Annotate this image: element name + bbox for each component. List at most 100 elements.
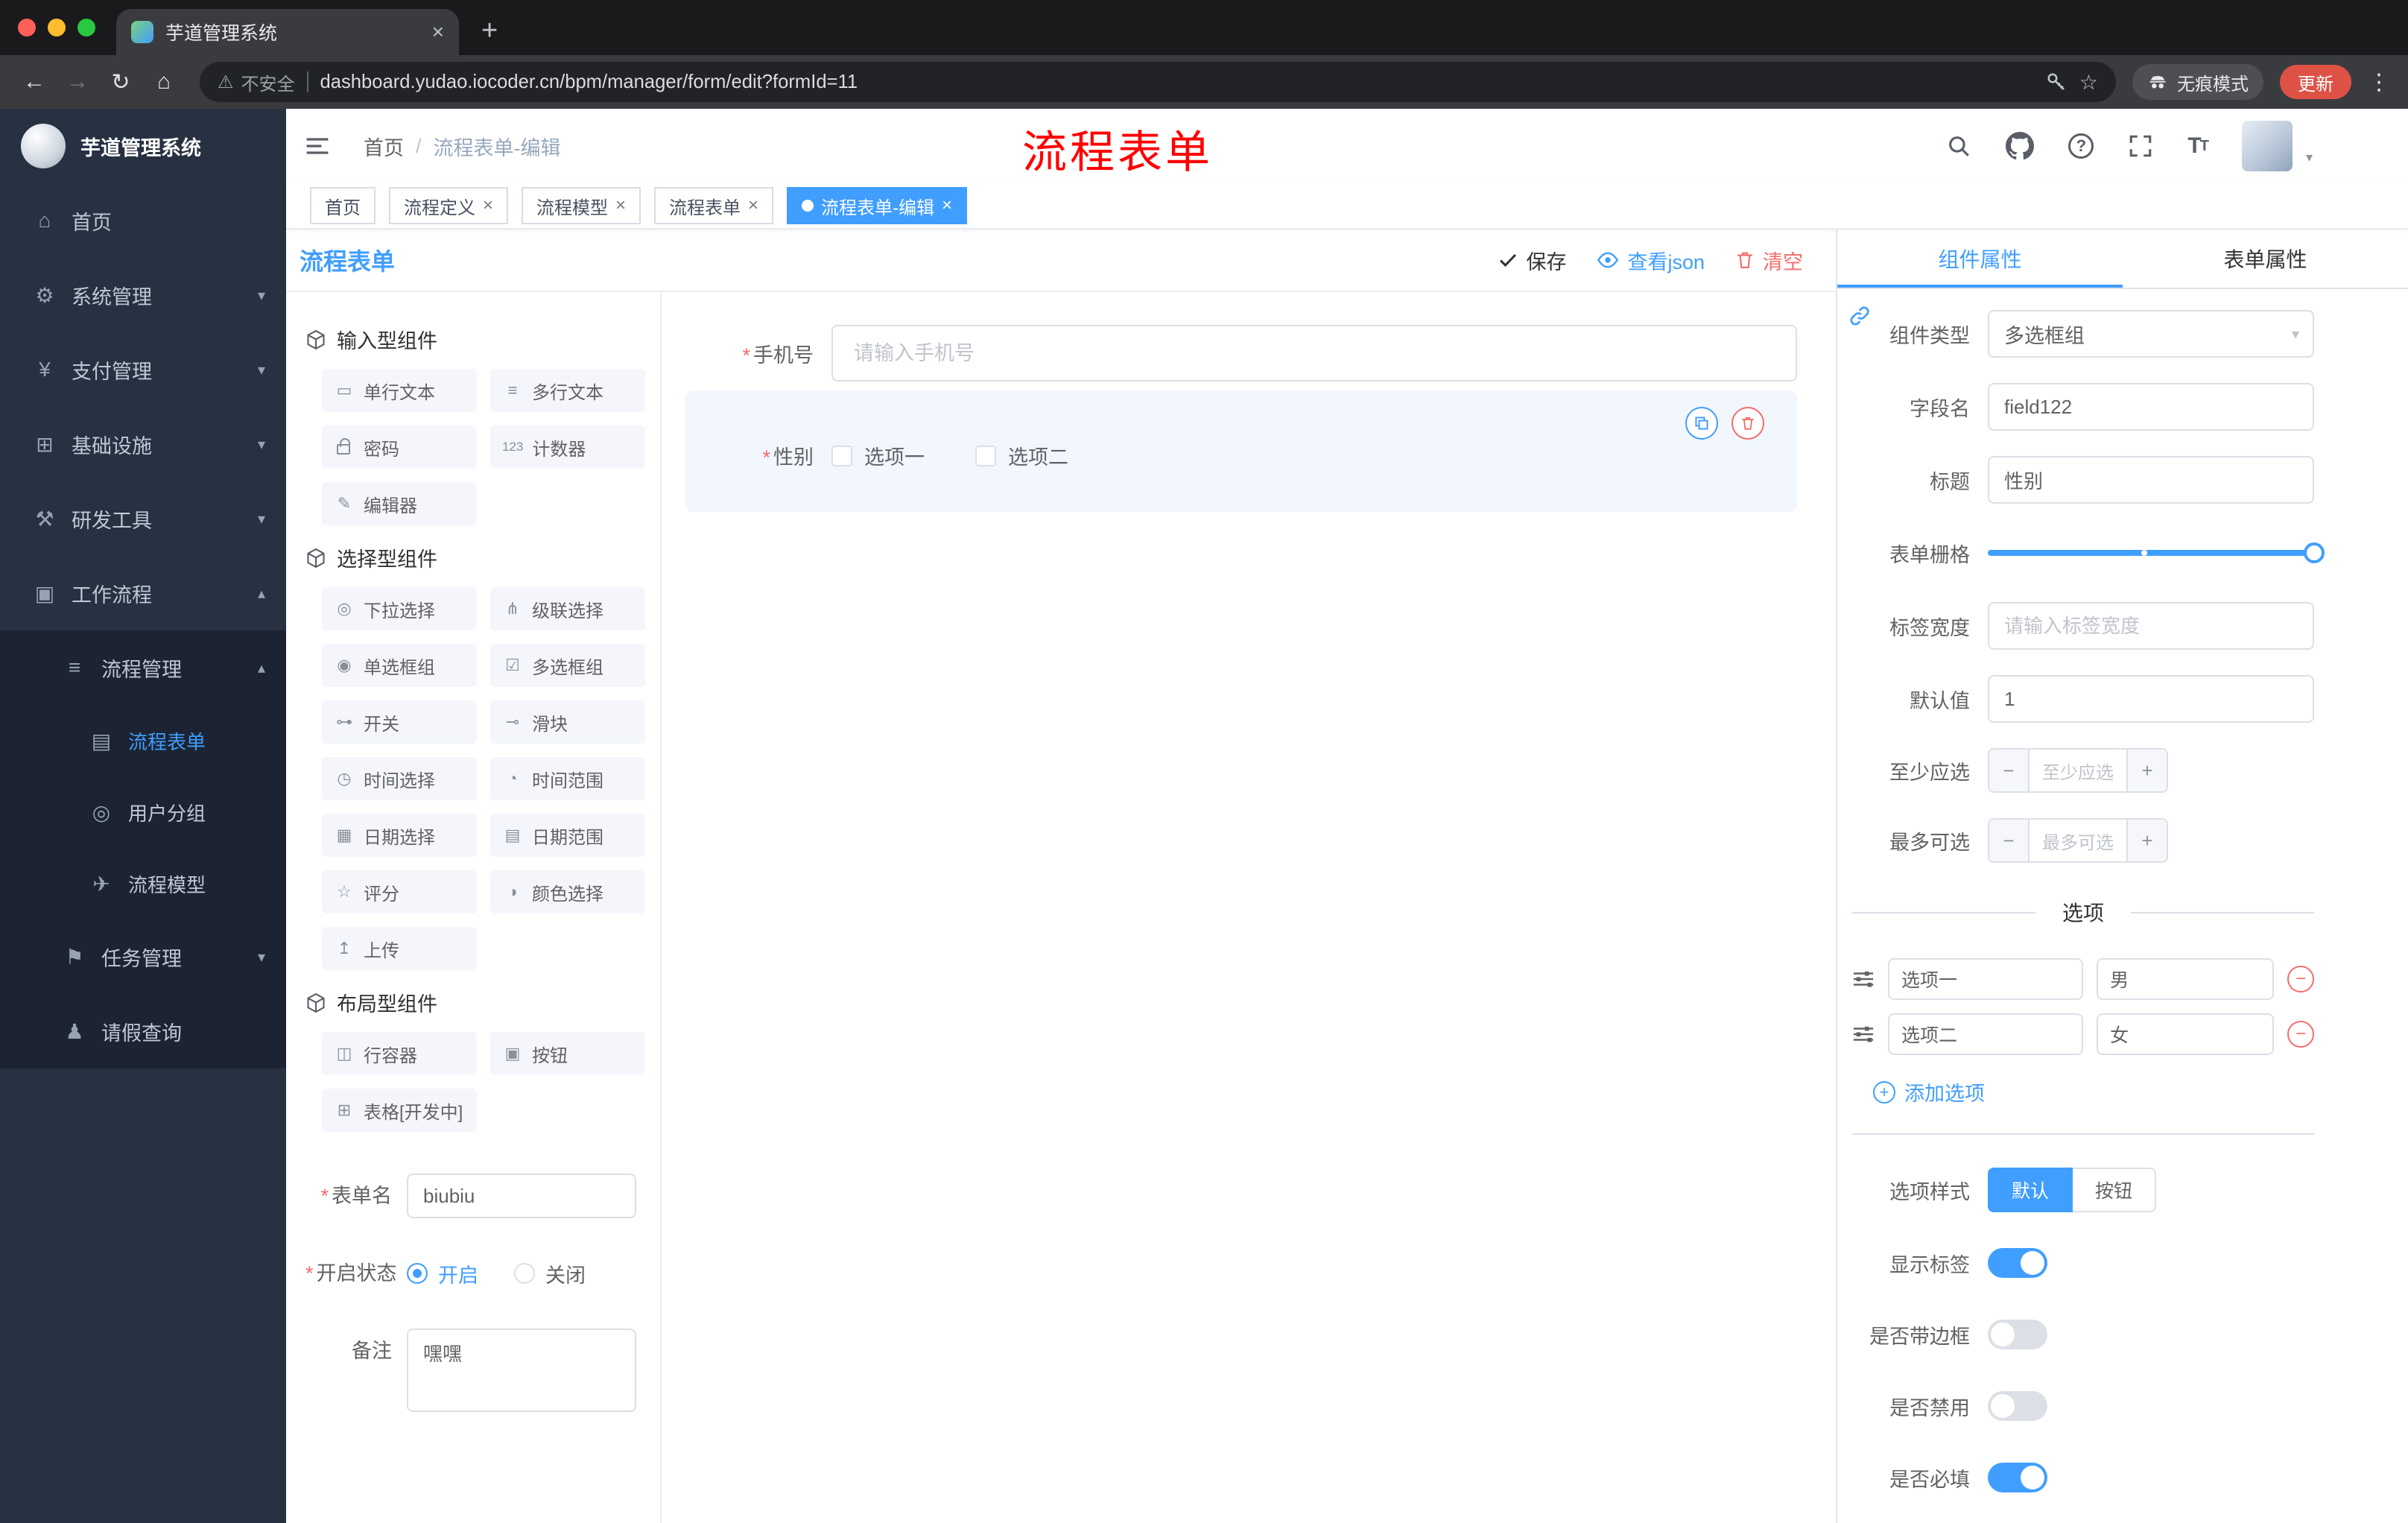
tab-close-icon[interactable]: ×: [432, 20, 444, 44]
minus-button[interactable]: −: [1989, 750, 2030, 791]
phone-input[interactable]: [831, 325, 1797, 381]
sidebar-item-process-form[interactable]: ▤ 流程表单: [0, 705, 286, 776]
sidebar-item-user-group[interactable]: ◎ 用户分组: [0, 776, 286, 848]
sidebar-item-devtools[interactable]: ⚒ 研发工具 ▾: [0, 481, 286, 556]
component-type-select[interactable]: 多选框组 ▾: [1988, 310, 2314, 358]
palette-item-checkbox-group[interactable]: ☑ 多选框组: [490, 644, 645, 687]
security-warning[interactable]: ⚠ 不安全: [218, 69, 295, 95]
tag-close-icon[interactable]: ×: [942, 195, 952, 216]
add-option-button[interactable]: + 添加选项: [1873, 1077, 2314, 1106]
palette-item-switch[interactable]: ⊶ 开关: [322, 700, 477, 744]
minimize-window-button[interactable]: [48, 19, 66, 37]
palette-item-button[interactable]: ▣ 按钮: [490, 1032, 645, 1075]
palette-item-row-container[interactable]: ◫ 行容器: [322, 1032, 477, 1075]
checkbox-box[interactable]: [831, 445, 852, 466]
sidebar-item-process-management[interactable]: ≡ 流程管理 ▴: [0, 630, 286, 705]
sidebar-item-system[interactable]: ⚙ 系统管理 ▾: [0, 258, 286, 332]
option-name-input[interactable]: [1888, 1013, 2084, 1055]
sidebar-item-process-model[interactable]: ✈ 流程模型: [0, 848, 286, 919]
required-switch[interactable]: [1988, 1463, 2047, 1492]
fullscreen-icon[interactable]: [2128, 133, 2153, 159]
sidebar-item-infrastructure[interactable]: ⊞ 基础设施 ▾: [0, 407, 286, 481]
palette-item-radio-group[interactable]: ◉ 单选框组: [322, 644, 477, 687]
doc-link-icon[interactable]: [1848, 304, 1872, 328]
palette-item-password[interactable]: 密码: [322, 425, 477, 469]
slider-track[interactable]: [1988, 542, 2325, 563]
field-name-input[interactable]: [1988, 383, 2314, 431]
address-bar[interactable]: ⚠ 不安全 dashboard.yudao.iocoder.cn/bpm/man…: [200, 62, 2116, 102]
copy-widget-button[interactable]: [1685, 407, 1718, 440]
tag-close-icon[interactable]: ×: [748, 195, 758, 216]
forward-button[interactable]: →: [58, 63, 97, 101]
default-value-input[interactable]: [1988, 675, 2314, 723]
minus-button[interactable]: −: [1989, 820, 2030, 861]
password-key-icon[interactable]: [2045, 71, 2068, 93]
palette-item-date-picker[interactable]: ▦ 日期选择: [322, 814, 477, 857]
border-switch[interactable]: [1988, 1320, 2047, 1349]
browser-tab[interactable]: 芋道管理系统 ×: [116, 9, 459, 55]
breadcrumb-home[interactable]: 首页: [364, 132, 404, 161]
tag-close-icon[interactable]: ×: [483, 195, 493, 216]
palette-item-multi-line-text[interactable]: ≡ 多行文本: [490, 369, 645, 412]
remark-textarea[interactable]: 嘿嘿: [407, 1329, 636, 1412]
close-window-button[interactable]: [18, 19, 36, 37]
search-icon[interactable]: [1946, 133, 1971, 159]
palette-item-time-picker[interactable]: ◷ 时间选择: [322, 757, 477, 800]
help-icon[interactable]: ?: [2068, 133, 2094, 159]
sidebar-item-home[interactable]: ⌂ 首页: [0, 183, 286, 258]
tag-process-definition[interactable]: 流程定义 ×: [389, 187, 509, 224]
palette-item-editor[interactable]: ✎ 编辑器: [322, 482, 477, 525]
palette-item-cascader[interactable]: ⋔ 级联选择: [490, 587, 645, 630]
bookmark-star-icon[interactable]: ☆: [2079, 70, 2098, 95]
style-default-button[interactable]: 默认: [1988, 1168, 2073, 1212]
palette-item-single-line-text[interactable]: ▭ 单行文本: [322, 369, 477, 412]
palette-item-date-range[interactable]: ▤ 日期范围: [490, 814, 645, 857]
selected-widget-gender[interactable]: * 性别 选项一 选项二: [685, 390, 1797, 512]
font-size-icon[interactable]: TT: [2187, 133, 2209, 159]
form-name-input[interactable]: [407, 1174, 636, 1218]
status-radio-on[interactable]: 开启: [407, 1259, 478, 1288]
sidebar-item-workflow[interactable]: ▣ 工作流程 ▴: [0, 556, 286, 630]
hamburger-icon[interactable]: [304, 133, 331, 159]
tag-process-model[interactable]: 流程模型 ×: [522, 187, 641, 224]
palette-item-upload[interactable]: ↥ 上传: [322, 927, 477, 970]
avatar[interactable]: [2241, 121, 2293, 171]
form-canvas[interactable]: * 手机号 请输入手机号 * 性别 选项一 选项二: [662, 292, 1836, 1523]
home-button[interactable]: ⌂: [145, 63, 183, 101]
zoom-window-button[interactable]: [77, 19, 95, 37]
back-button[interactable]: ←: [15, 63, 54, 101]
palette-item-counter[interactable]: 123 计数器: [490, 425, 645, 469]
palette-item-slider[interactable]: ⊸ 滑块: [490, 700, 645, 744]
style-button-button[interactable]: 按钮: [2073, 1168, 2157, 1212]
plus-button[interactable]: +: [2126, 820, 2167, 861]
palette-item-time-range[interactable]: ◔ 时间范围: [490, 757, 645, 800]
tag-close-icon[interactable]: ×: [615, 195, 626, 216]
option-value-input[interactable]: [2097, 1013, 2274, 1055]
url-text[interactable]: dashboard.yudao.iocoder.cn/bpm/manager/f…: [320, 72, 2033, 93]
checkbox-box[interactable]: [975, 445, 996, 466]
tag-home[interactable]: 首页: [310, 187, 376, 224]
palette-item-rate[interactable]: ☆ 评分: [322, 870, 477, 914]
grid-slider[interactable]: [1988, 529, 2325, 577]
max-select-value[interactable]: 最多可选: [2030, 820, 2126, 861]
sidebar-item-leave-query[interactable]: ♟ 请假查询: [0, 994, 286, 1068]
tab-form-props[interactable]: 表单属性: [2123, 229, 2408, 288]
title-input[interactable]: [1988, 456, 2314, 504]
save-button[interactable]: 保存: [1498, 246, 1566, 275]
new-tab-button[interactable]: +: [481, 16, 498, 45]
option-name-input[interactable]: [1888, 958, 2084, 1000]
disabled-switch[interactable]: [1988, 1391, 2047, 1421]
slider-knob[interactable]: [2304, 542, 2325, 563]
min-select-value[interactable]: 至少应选: [2030, 750, 2126, 791]
plus-button[interactable]: +: [2126, 750, 2167, 791]
phone-field-row[interactable]: * 手机号: [685, 325, 1797, 381]
palette-item-select[interactable]: ◎ 下拉选择: [322, 587, 477, 630]
delete-widget-button[interactable]: [1731, 407, 1764, 440]
gender-field-row[interactable]: * 性别 选项一 选项二: [685, 441, 1797, 470]
label-width-input[interactable]: [1988, 602, 2314, 650]
clear-button[interactable]: 清空: [1734, 246, 1803, 275]
drag-handle-icon[interactable]: [1852, 968, 1875, 990]
palette-item-color-picker[interactable]: ◑ 颜色选择: [490, 870, 645, 914]
tag-process-form[interactable]: 流程表单 ×: [654, 187, 774, 224]
show-label-switch[interactable]: [1988, 1248, 2047, 1278]
